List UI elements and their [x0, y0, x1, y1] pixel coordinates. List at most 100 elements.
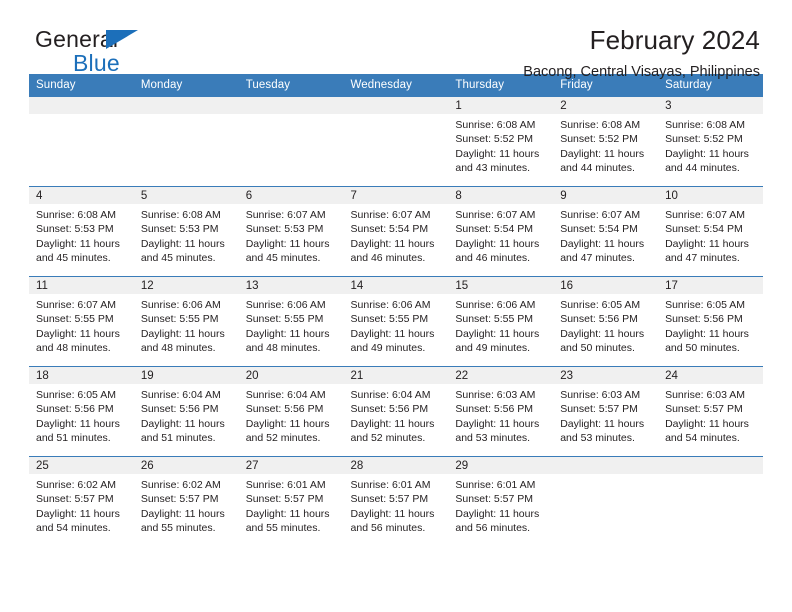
- calendar-day-cell[interactable]: 7 Sunrise: 6:07 AM Sunset: 5:54 PM Daylight…: [343, 186, 449, 277]
- calendar-day-cell[interactable]: 22 Sunrise: 6:03 AM Sunset: 5:56 PM Dayligh…: [448, 366, 554, 457]
- day-info-line: Daylight: 11 hours: [140, 237, 225, 250]
- day-info-line: and 47 minutes.: [665, 252, 740, 265]
- day-number: 21: [343, 367, 449, 384]
- day-sun-info: Sunrise: 6:07 AM Sunset: 5:54 PM Daylight:…: [658, 204, 763, 266]
- day-info-line: Sunrise: 6:02 AM: [36, 479, 116, 491]
- day-info-line: Daylight: 11 hours: [350, 237, 435, 250]
- day-info-line: Sunrise: 6:02 AM: [140, 479, 221, 491]
- calendar-day-cell[interactable]: 25 Sunrise: 6:02 AM Sunset: 5:57 PM Dayligh…: [29, 456, 134, 546]
- calendar-day-cell[interactable]: 5 Sunrise: 6:08 AM Sunset: 5:53 PM Daylight…: [133, 186, 239, 277]
- calendar-day-cell[interactable]: 24 Sunrise: 6:03 AM Sunset: 5:57 PM Dayligh…: [658, 366, 763, 457]
- calendar-day-cell[interactable]: 1 Sunrise: 6:08 AM Sunset: 5:52 PM Daylight…: [448, 97, 554, 187]
- day-info-line: Sunrise: 6:04 AM: [350, 389, 431, 401]
- day-info-line: Daylight: 11 hours: [245, 417, 330, 430]
- day-info-line: Sunrise: 6:07 AM: [665, 209, 746, 221]
- calendar-day-cell[interactable]: 15 Sunrise: 6:06 AM Sunset: 5:55 PM Dayligh…: [448, 276, 554, 367]
- day-info-line: Sunrise: 6:03 AM: [455, 389, 536, 401]
- calendar-day-cell[interactable]: [343, 97, 449, 187]
- day-number: 29: [448, 457, 554, 474]
- calendar-day-cell[interactable]: 26 Sunrise: 6:02 AM Sunset: 5:57 PM Dayligh…: [133, 456, 239, 546]
- day-info-line: Sunset: 5:56 PM: [36, 403, 114, 416]
- day-info-line: Daylight: 11 hours: [36, 417, 120, 430]
- day-number: 20: [238, 367, 344, 384]
- day-info-line: Daylight: 11 hours: [350, 417, 435, 430]
- calendar-day-cell[interactable]: 19 Sunrise: 6:04 AM Sunset: 5:56 PM Dayligh…: [133, 366, 239, 457]
- day-info-line: Sunset: 5:55 PM: [36, 313, 114, 326]
- calendar-day-cell[interactable]: 16 Sunrise: 6:05 AM Sunset: 5:56 PM Dayligh…: [553, 276, 659, 367]
- day-info-line: and 51 minutes.: [36, 432, 111, 445]
- day-cell-inner: 23 Sunrise: 6:03 AM Sunset: 5:57 PM Dayligh…: [553, 367, 659, 456]
- day-info-line: and 46 minutes.: [455, 252, 531, 265]
- day-sun-info: Sunrise: 6:07 AM Sunset: 5:54 PM Daylight:…: [553, 204, 658, 266]
- day-info-line: Sunrise: 6:01 AM: [350, 479, 431, 491]
- calendar-day-cell[interactable]: 13 Sunrise: 6:06 AM Sunset: 5:55 PM Dayligh…: [238, 276, 344, 367]
- calendar-day-cell[interactable]: 6 Sunrise: 6:07 AM Sunset: 5:53 PM Daylight…: [238, 186, 344, 277]
- day-sun-info: Sunrise: 6:06 AM Sunset: 5:55 PM Daylight:…: [134, 294, 239, 356]
- day-info-line: and 52 minutes.: [350, 432, 426, 445]
- day-info-line: Sunset: 5:56 PM: [245, 403, 324, 416]
- calendar-day-cell[interactable]: 18 Sunrise: 6:05 AM Sunset: 5:56 PM Dayligh…: [29, 366, 134, 457]
- calendar-day-cell[interactable]: 27 Sunrise: 6:01 AM Sunset: 5:57 PM Dayligh…: [238, 456, 344, 546]
- day-info-line: Sunrise: 6:08 AM: [36, 209, 116, 221]
- calendar-day-cell[interactable]: [29, 97, 134, 187]
- day-info-line: Sunrise: 6:07 AM: [350, 209, 431, 221]
- day-number: 14: [343, 277, 449, 294]
- day-info-line: Sunset: 5:57 PM: [350, 493, 429, 506]
- calendar-day-cell[interactable]: 8 Sunrise: 6:07 AM Sunset: 5:54 PM Daylight…: [448, 186, 554, 277]
- day-number: 8: [448, 187, 554, 204]
- day-info-line: and 54 minutes.: [36, 522, 111, 535]
- day-cell-inner: [553, 457, 659, 546]
- day-number: 5: [133, 187, 239, 204]
- calendar-day-cell[interactable]: [658, 456, 763, 546]
- logo-general-blue[interactable]: General Blue: [35, 28, 255, 75]
- calendar-day-cell[interactable]: 20 Sunrise: 6:04 AM Sunset: 5:56 PM Dayligh…: [238, 366, 344, 457]
- calendar-day-cell[interactable]: 3 Sunrise: 6:08 AM Sunset: 5:52 PM Daylight…: [658, 97, 763, 187]
- calendar-day-cell[interactable]: [133, 97, 239, 187]
- day-sun-info: Sunrise: 6:08 AM Sunset: 5:53 PM Daylight:…: [29, 204, 134, 266]
- calendar-day-cell[interactable]: 28 Sunrise: 6:01 AM Sunset: 5:57 PM Dayligh…: [343, 456, 449, 546]
- calendar-day-cell[interactable]: [553, 456, 659, 546]
- calendar-day-cell[interactable]: 29 Sunrise: 6:01 AM Sunset: 5:57 PM Dayligh…: [448, 456, 554, 546]
- calendar-day-cell[interactable]: 10 Sunrise: 6:07 AM Sunset: 5:54 PM Dayligh…: [658, 186, 763, 277]
- page-header: General Blue February 2024 Bacong, Centr…: [29, 0, 763, 80]
- day-info-line: Sunset: 5:56 PM: [665, 313, 743, 326]
- day-cell-inner: 29 Sunrise: 6:01 AM Sunset: 5:57 PM Dayligh…: [448, 457, 554, 546]
- calendar-day-cell[interactable]: 4 Sunrise: 6:08 AM Sunset: 5:53 PM Daylight…: [29, 186, 134, 277]
- day-info-line: Daylight: 11 hours: [560, 417, 645, 430]
- day-cell-inner: [238, 97, 344, 186]
- day-info-line: and 43 minutes.: [455, 162, 531, 175]
- calendar-week-row: 4 Sunrise: 6:08 AM Sunset: 5:53 PM Daylight…: [29, 186, 763, 277]
- day-info-line: Sunrise: 6:05 AM: [36, 389, 116, 401]
- day-info-line: and 49 minutes.: [350, 342, 426, 355]
- day-number: 9: [553, 187, 659, 204]
- calendar-day-cell[interactable]: 21 Sunrise: 6:04 AM Sunset: 5:56 PM Dayligh…: [343, 366, 449, 457]
- day-info-line: Daylight: 11 hours: [665, 147, 749, 160]
- calendar-day-cell[interactable]: [238, 97, 344, 187]
- calendar-body: 1 Sunrise: 6:08 AM Sunset: 5:52 PM Daylight…: [29, 97, 763, 546]
- calendar-day-cell[interactable]: 23 Sunrise: 6:03 AM Sunset: 5:57 PM Dayligh…: [553, 366, 659, 457]
- day-info-line: Sunset: 5:57 PM: [665, 403, 743, 416]
- calendar-day-cell[interactable]: 17 Sunrise: 6:05 AM Sunset: 5:56 PM Dayligh…: [658, 276, 763, 367]
- day-number: [238, 97, 344, 114]
- day-info-line: Daylight: 11 hours: [350, 327, 435, 340]
- calendar-day-cell[interactable]: 12 Sunrise: 6:06 AM Sunset: 5:55 PM Dayligh…: [133, 276, 239, 367]
- day-number: 15: [448, 277, 554, 294]
- calendar-day-cell[interactable]: 9 Sunrise: 6:07 AM Sunset: 5:54 PM Daylight…: [553, 186, 659, 277]
- day-number: 24: [658, 367, 763, 384]
- day-info-line: Daylight: 11 hours: [560, 237, 645, 250]
- day-info-line: Sunset: 5:53 PM: [36, 223, 114, 236]
- calendar-day-cell[interactable]: 2 Sunrise: 6:08 AM Sunset: 5:52 PM Daylight…: [553, 97, 659, 187]
- calendar-day-cell[interactable]: 11 Sunrise: 6:07 AM Sunset: 5:55 PM Dayligh…: [29, 276, 134, 367]
- day-cell-inner: 14 Sunrise: 6:06 AM Sunset: 5:55 PM Dayligh…: [343, 277, 449, 366]
- day-sun-info: Sunrise: 6:03 AM Sunset: 5:57 PM Daylight:…: [553, 384, 658, 446]
- day-info-line: Daylight: 11 hours: [36, 507, 120, 520]
- day-number: 27: [238, 457, 344, 474]
- day-cell-inner: 1 Sunrise: 6:08 AM Sunset: 5:52 PM Daylight…: [448, 97, 554, 186]
- calendar-day-cell[interactable]: 14 Sunrise: 6:06 AM Sunset: 5:55 PM Dayligh…: [343, 276, 449, 367]
- day-info-line: Sunset: 5:56 PM: [350, 403, 429, 416]
- day-number: 10: [658, 187, 763, 204]
- day-info-line: and 55 minutes.: [140, 522, 216, 535]
- weekday-header-sunday: Sunday: [29, 74, 134, 97]
- day-info-line: Sunset: 5:54 PM: [455, 223, 534, 236]
- weekday-header-wednesday: Wednesday: [343, 74, 449, 97]
